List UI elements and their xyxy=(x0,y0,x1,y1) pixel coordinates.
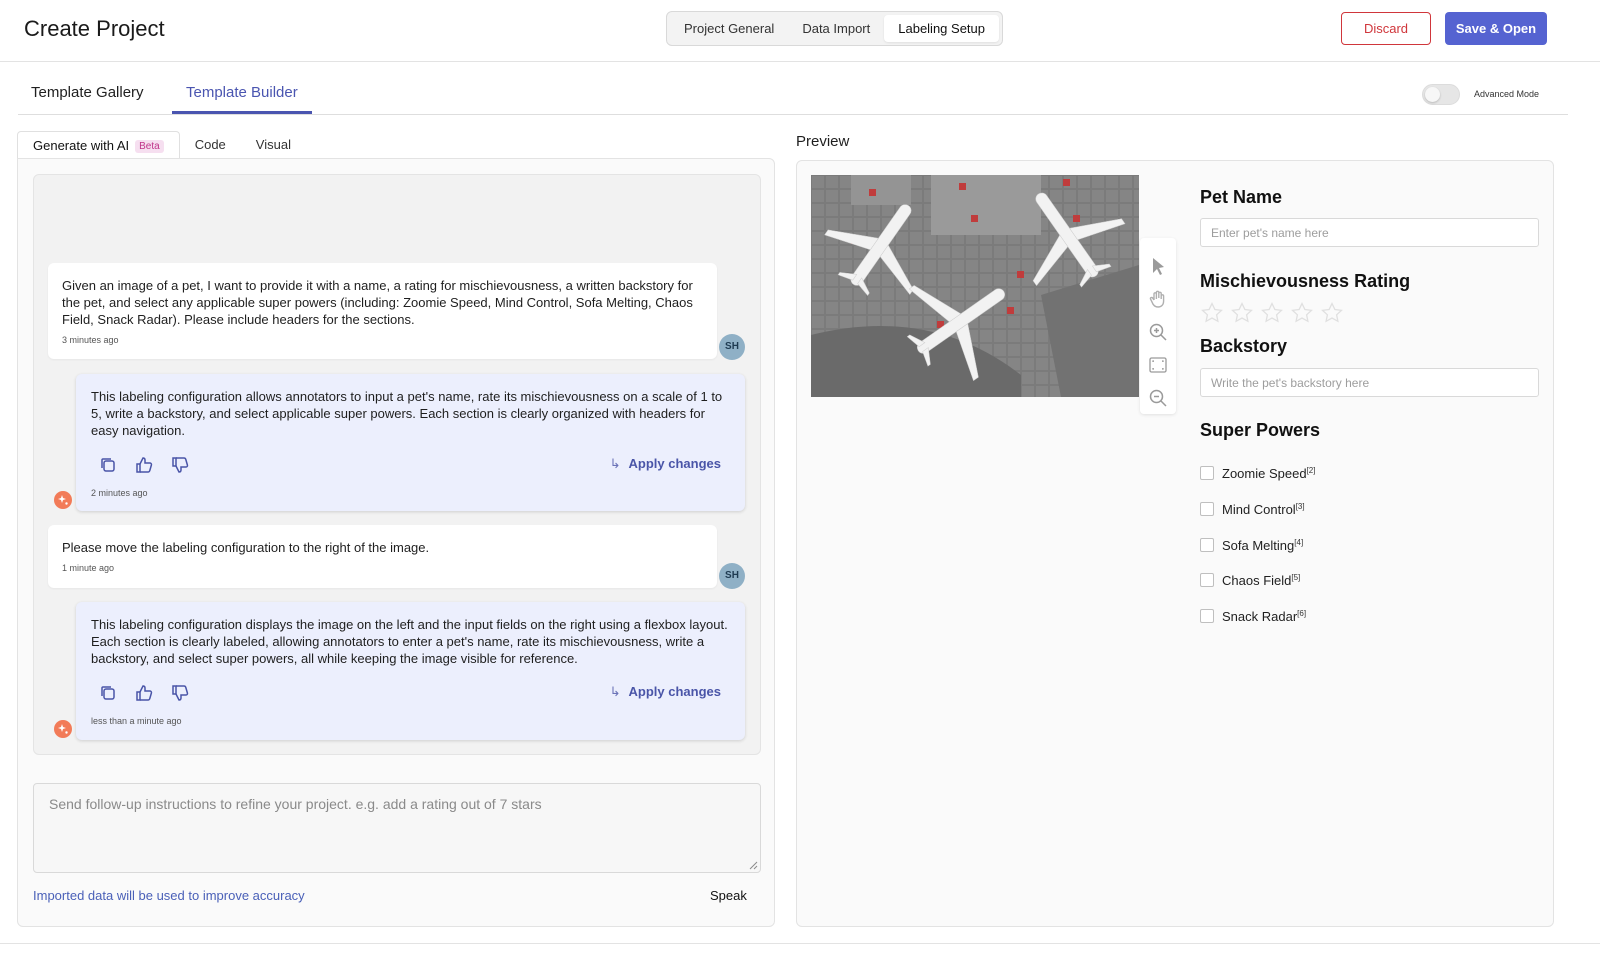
user-avatar: SH xyxy=(719,334,745,360)
zoom-out-icon[interactable] xyxy=(1148,388,1168,408)
backstory-header: Backstory xyxy=(1200,336,1288,356)
beta-badge: Beta xyxy=(135,140,164,153)
step-labeling-setup[interactable]: Labeling Setup xyxy=(884,15,999,42)
message-time: less than a minute ago xyxy=(91,716,182,726)
checkbox[interactable] xyxy=(1200,538,1214,552)
thumbs-down-icon[interactable] xyxy=(170,683,190,703)
apply-changes-label: Apply changes xyxy=(628,684,721,699)
ai-message: This labeling configuration displays the… xyxy=(76,602,745,740)
star-icon[interactable] xyxy=(1230,301,1254,325)
chat-history[interactable]: Given an image of a pet, I want to provi… xyxy=(33,174,761,755)
wizard-steps: Project General Data Import Labeling Set… xyxy=(666,11,1003,46)
star-icon[interactable] xyxy=(1200,301,1224,325)
message-time: 2 minutes ago xyxy=(91,488,148,498)
footer-divider xyxy=(0,943,1600,944)
message-time: 1 minute ago xyxy=(62,563,115,573)
active-tab-indicator xyxy=(172,111,312,114)
discard-button[interactable]: Discard xyxy=(1341,12,1431,45)
rating-stars xyxy=(1200,301,1344,325)
message-text: This labeling configuration displays the… xyxy=(91,617,728,666)
advanced-mode-toggle[interactable] xyxy=(1422,84,1460,105)
hotkey-hint: [4] xyxy=(1294,537,1304,547)
zoom-in-icon[interactable] xyxy=(1148,322,1168,342)
apply-changes-button[interactable]: ↳ Apply changes xyxy=(610,684,721,700)
copy-icon[interactable] xyxy=(98,683,118,703)
apply-changes-label: Apply changes xyxy=(628,456,721,471)
checkbox-zoomie-speed[interactable]: Zoomie Speed[2] xyxy=(1200,464,1315,482)
checkbox-label: Sofa Melting[4] xyxy=(1222,537,1304,553)
pointer-icon[interactable] xyxy=(1148,256,1168,276)
ai-chat-panel: Given an image of a pet, I want to provi… xyxy=(17,158,775,927)
checkbox-chaos-field[interactable]: Chaos Field[5] xyxy=(1200,571,1300,589)
top-header: Create Project Project General Data Impo… xyxy=(0,0,1600,62)
checkbox[interactable] xyxy=(1200,573,1214,587)
hand-icon[interactable] xyxy=(1148,289,1168,309)
preview-image[interactable] xyxy=(811,175,1139,397)
save-and-open-button[interactable]: Save & Open xyxy=(1445,12,1547,45)
message-time: 3 minutes ago xyxy=(62,335,119,345)
hotkey-hint: [3] xyxy=(1295,501,1305,511)
tab-generate-with-ai[interactable]: Generate with AI Beta xyxy=(17,131,180,159)
resize-grip-icon[interactable] xyxy=(749,861,758,870)
message-text: Please move the labeling configuration t… xyxy=(62,540,430,555)
mischievousness-rating-header: Mischievousness Rating xyxy=(1200,271,1411,291)
user-message: Please move the labeling configuration t… xyxy=(48,525,717,588)
return-arrow-icon: ↳ xyxy=(609,684,621,699)
user-avatar: SH xyxy=(719,563,745,589)
step-data-import[interactable]: Data Import xyxy=(788,15,884,42)
hotkey-hint: [5] xyxy=(1291,572,1301,582)
tab-template-builder[interactable]: Template Builder xyxy=(186,84,298,101)
image-toolbar xyxy=(1140,238,1176,414)
template-tabs: Template Gallery Template Builder Advanc… xyxy=(18,70,1568,115)
ai-sparkle-icon xyxy=(54,720,72,738)
pet-name-input[interactable] xyxy=(1200,218,1539,247)
step-project-general[interactable]: Project General xyxy=(670,15,788,42)
star-icon[interactable] xyxy=(1260,301,1284,325)
star-icon[interactable] xyxy=(1290,301,1314,325)
checkbox-snack-radar[interactable]: Snack Radar[6] xyxy=(1200,607,1306,625)
thumbs-up-icon[interactable] xyxy=(134,455,154,475)
message-text: Given an image of a pet, I want to provi… xyxy=(62,278,693,327)
follow-up-input[interactable] xyxy=(33,783,761,873)
message-actions: ↳ Apply changes xyxy=(91,683,729,709)
speak-button[interactable]: Speak xyxy=(710,888,747,903)
star-icon[interactable] xyxy=(1320,301,1344,325)
checkbox[interactable] xyxy=(1200,609,1214,623)
checkbox-mind-control[interactable]: Mind Control[3] xyxy=(1200,500,1305,518)
copy-icon[interactable] xyxy=(98,455,118,475)
thumbs-down-icon[interactable] xyxy=(170,455,190,475)
checkbox-label: Zoomie Speed[2] xyxy=(1222,465,1316,481)
message-actions: ↳ Apply changes xyxy=(91,455,729,481)
page-title: Create Project xyxy=(24,16,165,41)
checkbox-label: Snack Radar[6] xyxy=(1222,608,1307,624)
backstory-input[interactable] xyxy=(1200,368,1539,397)
preview-panel: Pet Name Mischievousness Rating Backstor… xyxy=(796,160,1554,927)
checkbox-label: Chaos Field[5] xyxy=(1222,572,1301,588)
apply-changes-button[interactable]: ↳ Apply changes xyxy=(610,456,721,472)
editor-tabs: Generate with AI Beta Code Visual xyxy=(17,131,306,159)
tab-generate-with-ai-label: Generate with AI xyxy=(33,138,130,153)
return-arrow-icon: ↳ xyxy=(609,456,621,471)
preview-title: Preview xyxy=(796,133,850,150)
user-message: Given an image of a pet, I want to provi… xyxy=(48,263,717,359)
checkbox-sofa-melting[interactable]: Sofa Melting[4] xyxy=(1200,536,1303,554)
imported-data-note: Imported data will be used to improve ac… xyxy=(33,888,305,903)
tab-template-gallery[interactable]: Template Gallery xyxy=(31,84,144,101)
ai-message: This labeling configuration allows annot… xyxy=(76,374,745,511)
advanced-mode-label: Advanced Mode xyxy=(1474,89,1540,99)
tab-visual[interactable]: Visual xyxy=(241,131,306,159)
pet-name-header: Pet Name xyxy=(1200,187,1283,207)
super-powers-header: Super Powers xyxy=(1200,420,1321,440)
fit-icon[interactable] xyxy=(1148,355,1168,375)
thumbs-up-icon[interactable] xyxy=(134,683,154,703)
toggle-knob xyxy=(1425,87,1440,102)
checkbox-label: Mind Control[3] xyxy=(1222,501,1305,517)
checkbox[interactable] xyxy=(1200,466,1214,480)
tab-code[interactable]: Code xyxy=(180,131,241,159)
checkbox[interactable] xyxy=(1200,502,1214,516)
hotkey-hint: [2] xyxy=(1306,465,1316,475)
hotkey-hint: [6] xyxy=(1297,608,1307,618)
message-text: This labeling configuration allows annot… xyxy=(91,389,723,438)
ai-sparkle-icon xyxy=(54,491,72,509)
